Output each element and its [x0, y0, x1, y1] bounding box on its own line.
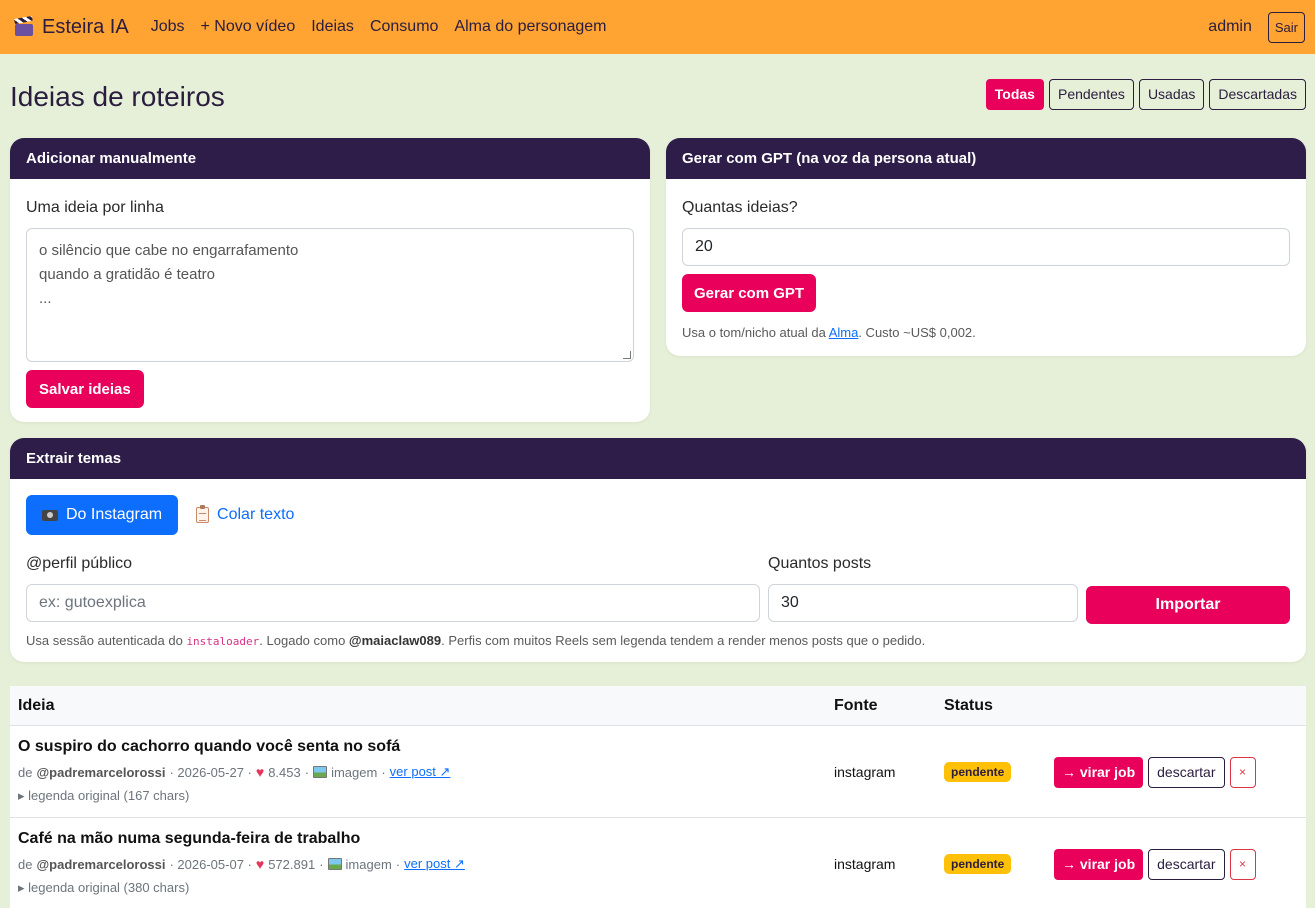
extract-tabs: Do Instagram Colar texto [26, 495, 1290, 535]
idea-title: O suspiro do cachorro quando você senta … [18, 738, 401, 755]
status-badge: pendente [944, 854, 1012, 874]
table-row: O suspiro do cachorro quando você senta … [10, 726, 1306, 818]
likes-count: 572.891 [268, 856, 316, 872]
tab-paste-text[interactable]: Colar texto [188, 505, 302, 524]
import-button[interactable]: Importar [1086, 586, 1290, 624]
camera-icon [42, 509, 58, 521]
alma-link[interactable]: Alma [829, 325, 859, 340]
nav-link-alma[interactable]: Alma do personagem [454, 18, 606, 36]
nav-link-jobs[interactable]: Jobs [151, 18, 185, 36]
filter-usadas-button[interactable]: Usadas [1138, 78, 1205, 110]
caret-right-icon: ▸ [18, 880, 29, 895]
image-icon [313, 766, 328, 778]
extract-card-header: Extrair temas [10, 438, 1306, 479]
nav-link-ideias[interactable]: Ideias [311, 18, 354, 36]
ideas-table: Ideia Fonte Status O suspiro do cachorro… [10, 686, 1306, 908]
source-cell: instagram [834, 856, 896, 872]
delete-button[interactable]: × [1229, 848, 1256, 880]
profile-input[interactable]: ex: gutoexplica [26, 584, 760, 622]
placeholder-line: ... [39, 290, 52, 307]
likes-count: 8.453 [268, 764, 301, 780]
heart-icon: ♥ [255, 856, 265, 872]
idea-count-input[interactable]: 20 [682, 228, 1290, 266]
save-ideas-button[interactable]: Salvar ideias [26, 370, 144, 408]
delete-button[interactable]: × [1229, 756, 1256, 788]
view-post-link[interactable]: ver post ↗ [390, 764, 451, 780]
image-icon [327, 858, 342, 870]
manual-card-header: Adicionar manualmente [10, 138, 650, 179]
discard-button[interactable]: descartar [1148, 848, 1225, 880]
extract-help-text: Usa sessão autenticada do instaloader. L… [26, 633, 926, 648]
clapperboard-icon [14, 15, 34, 36]
main-container: Ideias de roteiros Todas Pendentes Usada… [0, 54, 1315, 908]
view-post-link[interactable]: ver post ↗ [404, 856, 465, 872]
extract-card: Extrair temas Do Instagram Colar texto @… [10, 438, 1306, 662]
column-header-ideia: Ideia [18, 696, 55, 714]
posts-count-input[interactable]: 30 [768, 584, 1078, 622]
nav-link-consumo[interactable]: Consumo [370, 18, 438, 36]
page-title: Ideias de roteiros [10, 81, 225, 112]
author-handle: @padremarcelorossi [36, 856, 166, 872]
table-row: Café na mão numa segunda-feira de trabal… [10, 818, 1306, 908]
posts-count-label: Quantos posts [768, 555, 872, 572]
status-badge: pendente [944, 762, 1012, 782]
heart-icon: ♥ [255, 764, 265, 780]
gpt-card: Gerar com GPT (na voz da persona atual) … [666, 138, 1306, 356]
brand[interactable]: Esteira IA [14, 16, 129, 39]
gpt-help-text: Usa o tom/nicho atual da Alma. Custo ~US… [682, 325, 976, 340]
media-type: imagem [331, 764, 378, 780]
author-handle: @padremarcelorossi [36, 764, 166, 780]
make-job-button[interactable]: → virar job [1054, 756, 1144, 788]
filter-todas-button[interactable]: Todas [985, 78, 1044, 110]
caption-details-toggle[interactable]: ▸ legenda original (380 chars) [18, 880, 826, 896]
discard-button[interactable]: descartar [1148, 756, 1225, 788]
idea-title: Café na mão numa segunda-feira de trabal… [18, 830, 361, 847]
source-cell: instagram [834, 764, 896, 780]
placeholder-line: quando a gratidão é teatro [39, 266, 215, 283]
idea-meta: de @padremarcelorossi · 2026-05-27 · ♥ 8… [18, 764, 451, 780]
ideas-textarea[interactable]: o silêncio que cabe no engarrafamento qu… [26, 228, 634, 362]
status-filter-group: Todas Pendentes Usadas Descartadas [985, 78, 1306, 110]
column-header-status: Status [944, 696, 993, 714]
filter-descartadas-button[interactable]: Descartadas [1209, 78, 1306, 110]
ideas-textarea-label: Uma ideia por linha [26, 199, 164, 216]
generate-gpt-button[interactable]: Gerar com GPT [682, 274, 817, 312]
placeholder-line: o silêncio que cabe no engarrafamento [39, 242, 299, 259]
logout-button[interactable]: Sair [1267, 11, 1305, 43]
tab-instagram[interactable]: Do Instagram [26, 495, 179, 535]
idea-meta: de @padremarcelorossi · 2026-05-07 · ♥ 5… [18, 856, 465, 872]
profile-label: @perfil público [26, 555, 133, 572]
column-header-fonte: Fonte [834, 696, 878, 714]
manual-card: Adicionar manualmente Uma ideia por linh… [10, 138, 650, 422]
media-type: imagem [345, 856, 392, 872]
make-job-button[interactable]: → virar job [1054, 848, 1144, 880]
caret-right-icon: ▸ [18, 788, 29, 803]
resize-handle-icon[interactable] [623, 351, 631, 359]
caption-details-toggle[interactable]: ▸ legenda original (167 chars) [18, 788, 826, 804]
nav-link-novo-video[interactable]: + Novo vídeo [201, 18, 296, 36]
idea-count-label: Quantas ideias? [682, 199, 798, 216]
table-header: Ideia Fonte Status [10, 686, 1306, 726]
filter-pendentes-button[interactable]: Pendentes [1048, 78, 1134, 110]
brand-name: Esteira IA [42, 15, 129, 38]
gpt-card-header: Gerar com GPT (na voz da persona atual) [666, 138, 1306, 179]
navbar: Esteira IA Jobs + Novo vídeo Ideias Cons… [0, 0, 1315, 54]
clipboard-icon [196, 505, 210, 523]
nav-username: admin [1208, 18, 1252, 35]
